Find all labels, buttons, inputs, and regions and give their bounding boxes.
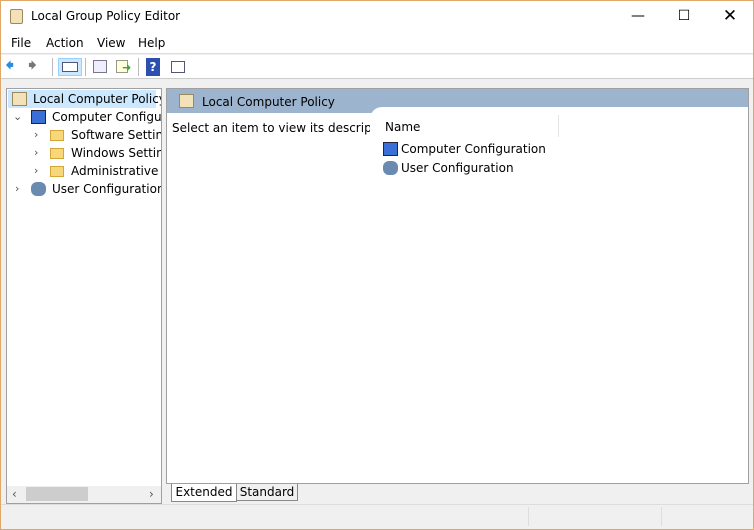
scroll-left-icon[interactable]: ‹ bbox=[12, 487, 17, 501]
chevron-down-icon[interactable]: ⌄ bbox=[13, 108, 22, 126]
show-hide-action-pane-icon[interactable] bbox=[168, 58, 188, 76]
menu-view[interactable]: View bbox=[97, 36, 125, 50]
chevron-right-icon[interactable]: › bbox=[34, 126, 38, 144]
policy-scroll-icon bbox=[10, 9, 23, 24]
menu-bar: File Action View Help bbox=[1, 32, 753, 54]
help-icon[interactable]: ? bbox=[146, 58, 160, 76]
scrollbar-thumb[interactable] bbox=[26, 487, 88, 501]
menu-help[interactable]: Help bbox=[138, 36, 165, 50]
tab-standard[interactable]: Standard bbox=[236, 484, 298, 501]
tab-extended[interactable]: Extended bbox=[171, 484, 237, 502]
separator bbox=[138, 58, 139, 76]
show-hide-tree-icon[interactable] bbox=[58, 58, 82, 76]
tree-item-local-computer-policy[interactable]: Local Computer Policy bbox=[8, 90, 161, 108]
forward-icon[interactable]: 🠺 bbox=[28, 57, 48, 76]
status-bar bbox=[1, 504, 753, 527]
window: Local Group Policy Editor — ☐ ✕ File Act… bbox=[0, 0, 754, 530]
user-icon bbox=[383, 161, 398, 175]
console-tree: Local Computer Policy ⌄ Computer Configu… bbox=[6, 88, 162, 504]
policy-scroll-icon bbox=[12, 92, 27, 106]
separator bbox=[85, 58, 86, 76]
column-divider bbox=[558, 115, 559, 137]
folder-icon bbox=[50, 148, 64, 159]
policy-scroll-icon bbox=[179, 94, 194, 108]
properties-icon[interactable] bbox=[90, 58, 110, 76]
details-pane: Local Computer Policy Select an item to … bbox=[166, 88, 749, 484]
user-icon bbox=[31, 182, 46, 196]
export-list-icon[interactable]: ➜ bbox=[113, 58, 133, 76]
chevron-right-icon[interactable]: › bbox=[15, 180, 19, 198]
separator bbox=[52, 58, 53, 76]
window-title: Local Group Policy Editor bbox=[31, 9, 181, 23]
item-list: Name Computer Configuration User Configu… bbox=[370, 107, 748, 483]
status-divider bbox=[661, 507, 662, 526]
scroll-right-icon[interactable]: › bbox=[149, 487, 154, 501]
maximize-button[interactable]: ☐ bbox=[661, 1, 707, 32]
column-header-name[interactable]: Name bbox=[385, 120, 420, 134]
description-text: Select an item to view its description. bbox=[172, 121, 399, 135]
toolbar: 🠸 🠺 ➜ ? bbox=[1, 55, 753, 79]
computer-icon bbox=[383, 142, 398, 156]
horizontal-scrollbar[interactable]: ‹ › bbox=[7, 486, 161, 503]
folder-icon bbox=[50, 130, 64, 141]
menu-action[interactable]: Action bbox=[46, 36, 84, 50]
minimize-button[interactable]: — bbox=[615, 1, 661, 32]
close-button[interactable]: ✕ bbox=[707, 1, 753, 32]
folder-icon bbox=[50, 166, 64, 177]
computer-icon bbox=[31, 110, 46, 124]
view-tabs: Extended Standard bbox=[166, 484, 749, 504]
back-icon[interactable]: 🠸 bbox=[5, 57, 25, 76]
chevron-right-icon[interactable]: › bbox=[34, 144, 38, 162]
status-divider bbox=[528, 507, 529, 526]
menu-file[interactable]: File bbox=[11, 36, 31, 50]
chevron-right-icon[interactable]: › bbox=[34, 162, 38, 180]
title-bar: Local Group Policy Editor — ☐ ✕ bbox=[1, 1, 753, 32]
